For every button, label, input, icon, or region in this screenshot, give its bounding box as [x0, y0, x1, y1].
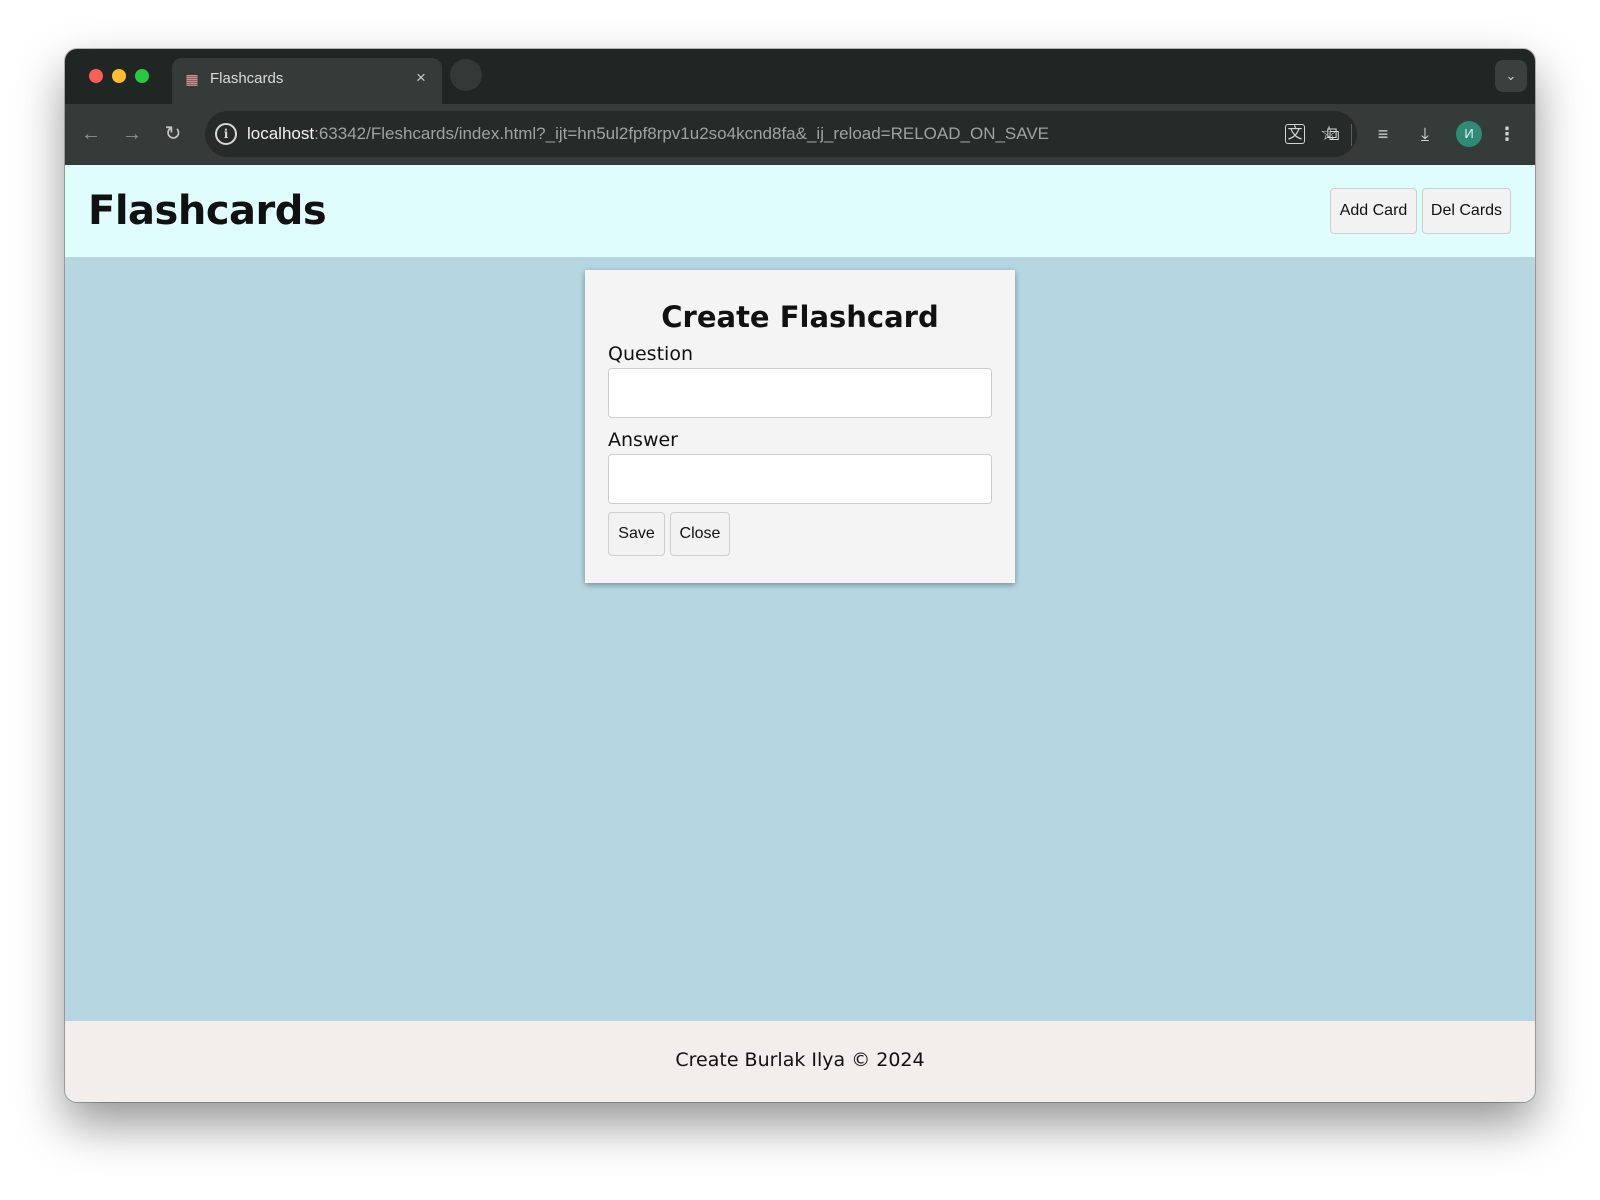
minimize-window-button[interactable]: [112, 69, 126, 83]
main-content: Create Flashcard Question Answer Save Cl…: [65, 257, 1535, 1021]
more-menu-icon[interactable]: ⋮: [1495, 122, 1519, 146]
question-label: Question: [608, 343, 693, 365]
extensions-puzzle-icon[interactable]: ⧉: [1321, 122, 1345, 146]
browser-toolbar: ← → ↻ i localhost:63342/Fleshcards/index…: [65, 104, 1535, 165]
close-window-button[interactable]: [89, 69, 103, 83]
site-info-icon[interactable]: i: [215, 123, 237, 145]
browser-window: ▦ Flashcards × ⌄ ← → ↻ i localhost:63342…: [65, 49, 1535, 1102]
del-cards-button[interactable]: Del Cards: [1422, 188, 1511, 234]
address-bar[interactable]: i localhost:63342/Fleshcards/index.html?…: [205, 111, 1357, 157]
tab-title: Flashcards: [210, 70, 284, 87]
save-button[interactable]: Save: [608, 512, 665, 556]
footer-text: Create Burlak Ilya © 2024: [675, 1049, 925, 1071]
new-tab-button[interactable]: [450, 59, 482, 91]
page-title: Flashcards: [88, 188, 327, 234]
translate-icon[interactable]: 文: [1285, 124, 1305, 144]
media-controls-icon[interactable]: ≡: [1371, 122, 1395, 146]
add-card-button[interactable]: Add Card: [1330, 188, 1417, 234]
create-flashcard-dialog: Create Flashcard Question Answer Save Cl…: [585, 270, 1015, 583]
browser-tab-flashcards[interactable]: ▦ Flashcards ×: [172, 58, 442, 104]
tab-search-chevron-down-icon[interactable]: ⌄: [1495, 60, 1527, 92]
tab-close-icon[interactable]: ×: [412, 68, 430, 88]
answer-label: Answer: [608, 429, 678, 451]
url-path: :63342/Fleshcards/index.html?_ijt=hn5ul2…: [314, 124, 1050, 143]
url-host: localhost: [247, 124, 315, 143]
question-input[interactable]: [608, 368, 992, 418]
profile-avatar[interactable]: И: [1456, 121, 1482, 147]
web-page: Flashcards Add Card Del Cards Create Fla…: [65, 165, 1535, 1102]
site-footer: Create Burlak Ilya © 2024: [65, 1021, 1535, 1102]
tab-strip: ▦ Flashcards × ⌄: [65, 49, 1535, 104]
site-header: Flashcards Add Card Del Cards: [65, 165, 1535, 257]
reload-icon[interactable]: ↻: [161, 122, 185, 146]
forward-arrow-icon[interactable]: →: [120, 122, 144, 146]
close-button[interactable]: Close: [670, 512, 730, 556]
download-icon[interactable]: ⤓: [1413, 122, 1437, 146]
url-text[interactable]: localhost:63342/Fleshcards/index.html?_i…: [247, 124, 1049, 144]
flashcards-favicon-icon: ▦: [185, 70, 199, 87]
toolbar-divider: [1351, 124, 1352, 146]
back-arrow-icon[interactable]: ←: [79, 122, 103, 146]
dialog-title: Create Flashcard: [661, 300, 939, 334]
answer-input[interactable]: [608, 454, 992, 504]
maximize-window-button[interactable]: [135, 69, 149, 83]
